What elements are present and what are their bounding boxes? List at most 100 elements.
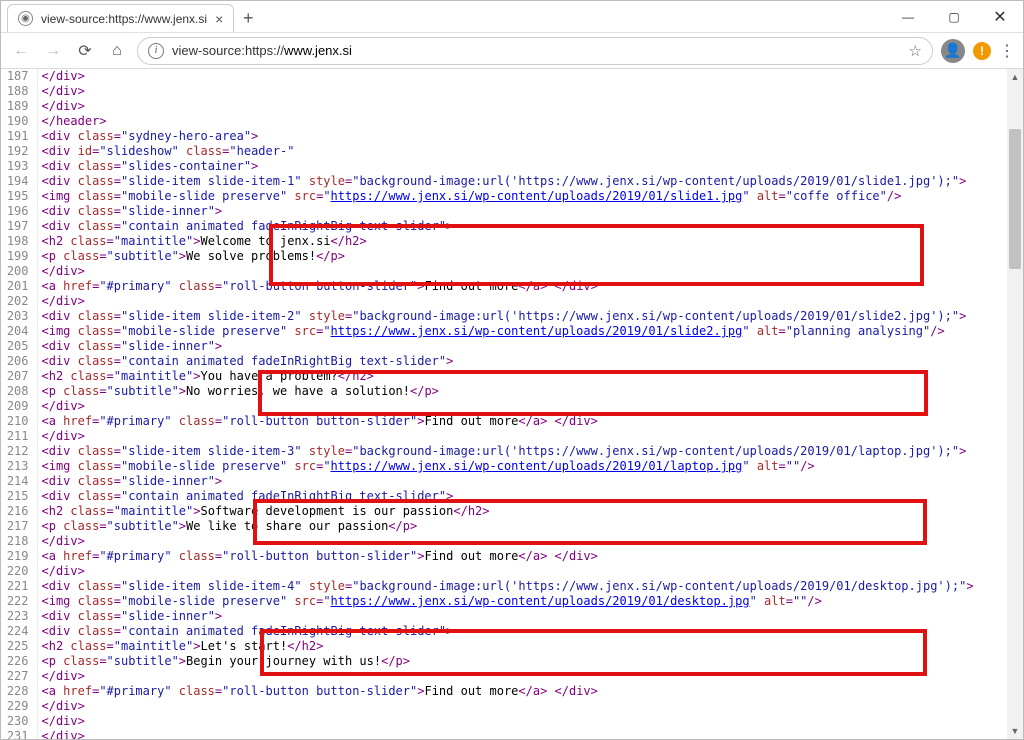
source-code[interactable]: <div class="contain animated fadeInRight… bbox=[37, 489, 1023, 504]
scroll-down-icon[interactable]: ▼ bbox=[1007, 723, 1023, 739]
warning-badge-icon[interactable]: ! bbox=[973, 42, 991, 60]
source-code[interactable]: <h2 class="maintitle">Software developme… bbox=[37, 504, 1023, 519]
line-number: 199 bbox=[1, 249, 37, 264]
source-code[interactable]: </div> bbox=[37, 84, 1023, 99]
source-code[interactable]: <p class="subtitle">We like to share our… bbox=[37, 519, 1023, 534]
source-code[interactable]: <div class="slide-item slide-item-2" sty… bbox=[37, 309, 1023, 324]
source-code[interactable]: </div> bbox=[37, 99, 1023, 114]
source-code[interactable]: <img class="mobile-slide preserve" src="… bbox=[37, 324, 1023, 339]
bookmark-star-icon[interactable]: ☆ bbox=[909, 42, 922, 60]
scrollbar-thumb[interactable] bbox=[1009, 129, 1021, 269]
source-code[interactable]: <div class="slide-item slide-item-3" sty… bbox=[37, 444, 1023, 459]
line-number: 231 bbox=[1, 729, 37, 739]
line-number: 192 bbox=[1, 144, 37, 159]
source-code[interactable]: <div class="slide-inner"> bbox=[37, 609, 1023, 624]
kebab-menu-icon[interactable]: ⋮ bbox=[999, 41, 1015, 61]
source-code[interactable]: <div class="slide-item slide-item-1" sty… bbox=[37, 174, 1023, 189]
source-code[interactable]: <h2 class="maintitle">Welcome to jenx.si… bbox=[37, 234, 1023, 249]
source-code[interactable]: <div id="slideshow" class="header-" bbox=[37, 144, 1023, 159]
source-code[interactable]: <a href="#primary" class="roll-button bu… bbox=[37, 414, 1023, 429]
back-button[interactable]: ← bbox=[9, 39, 33, 63]
site-info-icon[interactable]: i bbox=[148, 43, 164, 59]
source-line: 230</div> bbox=[1, 714, 1023, 729]
source-code[interactable]: <div class="contain animated fadeInRight… bbox=[37, 219, 1023, 234]
new-tab-button[interactable]: + bbox=[234, 4, 262, 32]
source-code[interactable]: <img class="mobile-slide preserve" src="… bbox=[37, 189, 1023, 204]
browser-tab[interactable]: ◉ view-source:https://www.jenx.si × bbox=[7, 4, 234, 32]
source-code[interactable]: </div> bbox=[37, 264, 1023, 279]
source-line: 208<p class="subtitle">No worries, we ha… bbox=[1, 384, 1023, 399]
source-code[interactable]: </div> bbox=[37, 714, 1023, 729]
source-code[interactable]: </div> bbox=[37, 429, 1023, 444]
line-number: 228 bbox=[1, 684, 37, 699]
line-number: 222 bbox=[1, 594, 37, 609]
source-code[interactable]: <p class="subtitle">We solve problems!</… bbox=[37, 249, 1023, 264]
source-code[interactable]: <a href="#primary" class="roll-button bu… bbox=[37, 279, 1023, 294]
source-code[interactable]: <a href="#primary" class="roll-button bu… bbox=[37, 549, 1023, 564]
source-code[interactable]: <div class="slide-inner"> bbox=[37, 204, 1023, 219]
source-code[interactable]: </div> bbox=[37, 534, 1023, 549]
minimize-button[interactable]: — bbox=[885, 2, 931, 32]
source-line: 209</div> bbox=[1, 399, 1023, 414]
url-link[interactable]: https://www.jenx.si/wp-content/uploads/2… bbox=[331, 459, 743, 473]
source-line: 191<div class="sydney-hero-area"> bbox=[1, 129, 1023, 144]
line-number: 213 bbox=[1, 459, 37, 474]
source-line: 197<div class="contain animated fadeInRi… bbox=[1, 219, 1023, 234]
source-code[interactable]: </div> bbox=[37, 294, 1023, 309]
line-number: 224 bbox=[1, 624, 37, 639]
source-line: 204<img class="mobile-slide preserve" sr… bbox=[1, 324, 1023, 339]
source-code[interactable]: <div class="sydney-hero-area"> bbox=[37, 129, 1023, 144]
source-code[interactable]: <div class="contain animated fadeInRight… bbox=[37, 354, 1023, 369]
source-line: 229</div> bbox=[1, 699, 1023, 714]
source-code[interactable]: </header> bbox=[37, 114, 1023, 129]
globe-icon: ◉ bbox=[18, 11, 33, 26]
line-number: 216 bbox=[1, 504, 37, 519]
source-code[interactable]: <a href="#primary" class="roll-button bu… bbox=[37, 684, 1023, 699]
home-button[interactable]: ⌂ bbox=[105, 39, 129, 63]
source-code[interactable]: </div> bbox=[37, 69, 1023, 84]
line-number: 211 bbox=[1, 429, 37, 444]
source-line: 201<a href="#primary" class="roll-button… bbox=[1, 279, 1023, 294]
source-line: 188</div> bbox=[1, 84, 1023, 99]
source-code[interactable]: </div> bbox=[37, 699, 1023, 714]
line-number: 225 bbox=[1, 639, 37, 654]
source-code[interactable]: <img class="mobile-slide preserve" src="… bbox=[37, 459, 1023, 474]
url-link[interactable]: https://www.jenx.si/wp-content/uploads/2… bbox=[331, 189, 743, 203]
scroll-up-icon[interactable]: ▲ bbox=[1007, 69, 1023, 85]
source-line: 221<div class="slide-item slide-item-4" … bbox=[1, 579, 1023, 594]
line-number: 223 bbox=[1, 609, 37, 624]
reload-button[interactable]: ⟳ bbox=[73, 39, 97, 63]
source-table: 187</div>188</div>189</div>190</header>1… bbox=[1, 69, 1023, 739]
source-scroll-area[interactable]: 187</div>188</div>189</div>190</header>1… bbox=[1, 69, 1023, 739]
source-code[interactable]: <p class="subtitle">Begin your journey w… bbox=[37, 654, 1023, 669]
source-code[interactable]: <div class="contain animated fadeInRight… bbox=[37, 624, 1023, 639]
source-code[interactable]: <h2 class="maintitle">You have a problem… bbox=[37, 369, 1023, 384]
source-code[interactable]: <img class="mobile-slide preserve" src="… bbox=[37, 594, 1023, 609]
source-code[interactable]: <h2 class="maintitle">Let's start!</h2> bbox=[37, 639, 1023, 654]
close-tab-icon[interactable]: × bbox=[215, 11, 223, 27]
source-code[interactable]: </div> bbox=[37, 729, 1023, 739]
source-code[interactable]: <div class="slide-item slide-item-4" sty… bbox=[37, 579, 1023, 594]
source-line: 227</div> bbox=[1, 669, 1023, 684]
line-number: 212 bbox=[1, 444, 37, 459]
source-line: 220</div> bbox=[1, 564, 1023, 579]
url-link[interactable]: https://www.jenx.si/wp-content/uploads/2… bbox=[331, 594, 750, 608]
line-number: 229 bbox=[1, 699, 37, 714]
source-code[interactable]: </div> bbox=[37, 669, 1023, 684]
url-link[interactable]: https://www.jenx.si/wp-content/uploads/2… bbox=[331, 324, 743, 338]
address-bar[interactable]: i view-source:https://www.jenx.si ☆ bbox=[137, 37, 933, 65]
line-number: 204 bbox=[1, 324, 37, 339]
source-code[interactable]: <div class="slides-container"> bbox=[37, 159, 1023, 174]
source-code[interactable]: </div> bbox=[37, 564, 1023, 579]
maximize-button[interactable]: ▢ bbox=[931, 2, 977, 32]
source-code[interactable]: <div class="slide-inner"> bbox=[37, 474, 1023, 489]
profile-avatar-icon[interactable]: 👤 bbox=[941, 39, 965, 63]
source-code[interactable]: <div class="slide-inner"> bbox=[37, 339, 1023, 354]
source-code[interactable]: <p class="subtitle">No worries, we have … bbox=[37, 384, 1023, 399]
vertical-scrollbar[interactable]: ▲ ▼ bbox=[1007, 69, 1023, 739]
source-line: 215<div class="contain animated fadeInRi… bbox=[1, 489, 1023, 504]
source-code[interactable]: </div> bbox=[37, 399, 1023, 414]
line-number: 221 bbox=[1, 579, 37, 594]
forward-button[interactable]: → bbox=[41, 39, 65, 63]
close-window-button[interactable]: ✕ bbox=[977, 2, 1023, 32]
